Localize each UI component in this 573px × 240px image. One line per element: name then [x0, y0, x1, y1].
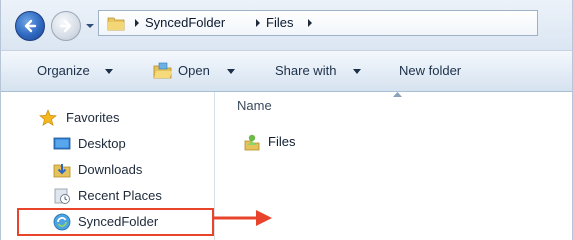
- nav-item-label: Downloads: [78, 162, 143, 177]
- recent-places-icon: [54, 188, 70, 204]
- favorites-label: Favorites: [66, 110, 120, 125]
- new-folder-button[interactable]: New folder: [399, 63, 461, 79]
- desktop-icon: [53, 137, 71, 150]
- file-item-label: Files: [268, 134, 296, 149]
- share-with-button[interactable]: Share with: [275, 63, 336, 79]
- forward-button[interactable]: [51, 11, 81, 41]
- address-bar-area: SyncedFolder Files: [1, 0, 572, 50]
- folder-icon: [107, 17, 125, 31]
- downloads-icon: [53, 164, 71, 178]
- organize-button[interactable]: Organize: [37, 63, 90, 79]
- open-folder-icon[interactable]: [153, 62, 173, 80]
- open-button[interactable]: Open: [178, 63, 210, 79]
- breadcrumb-files[interactable]: Files: [266, 15, 293, 31]
- breadcrumb-separator-icon[interactable]: [254, 18, 262, 28]
- chevron-down-icon[interactable]: [105, 69, 113, 74]
- annotation-arrow-icon: [214, 210, 272, 226]
- chevron-down-icon[interactable]: [227, 69, 235, 74]
- forward-arrow-icon: [59, 19, 72, 33]
- address-path-box[interactable]: SyncedFolder Files: [98, 10, 538, 36]
- explorer-window: SyncedFolder Files Organize Open Share w…: [0, 0, 573, 240]
- highlight-box: [17, 208, 214, 236]
- shared-folder-icon: [244, 134, 260, 151]
- column-header-name[interactable]: Name: [237, 98, 272, 114]
- breadcrumb-separator-icon[interactable]: [133, 18, 141, 28]
- back-button[interactable]: [15, 11, 45, 41]
- nav-item-label: Recent Places: [78, 188, 162, 203]
- breadcrumb-syncedfolder[interactable]: SyncedFolder: [145, 15, 225, 31]
- star-icon: [39, 109, 57, 126]
- command-bar: Organize Open Share with New folder: [1, 50, 572, 92]
- history-dropdown-icon[interactable]: [85, 21, 95, 31]
- nav-item-label: Desktop: [78, 136, 126, 151]
- back-arrow-icon: [24, 19, 37, 33]
- breadcrumb-separator-icon[interactable]: [306, 18, 314, 28]
- sort-ascending-icon: [393, 92, 402, 97]
- chevron-down-icon[interactable]: [353, 69, 361, 74]
